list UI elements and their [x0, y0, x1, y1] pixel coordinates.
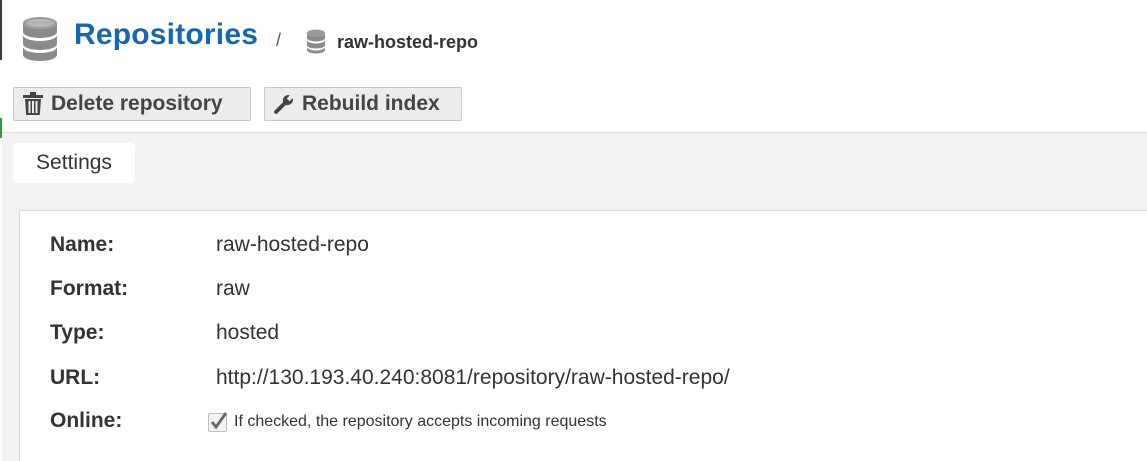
field-row-url: URL: http://130.193.40.240:8081/reposito… — [50, 366, 1130, 396]
field-value: raw — [216, 277, 250, 300]
page-title[interactable]: Repositories — [74, 18, 258, 52]
online-control: If checked, the repository accepts incom… — [208, 409, 607, 435]
field-value: raw-hosted-repo — [216, 233, 369, 256]
field-label: URL: — [50, 366, 101, 389]
field-label: Format: — [50, 277, 129, 300]
database-icon — [307, 29, 325, 54]
field-row-format: Format: raw — [50, 277, 1130, 307]
field-value: hosted — [216, 321, 280, 344]
online-help-text: If checked, the repository accepts incom… — [234, 413, 607, 430]
field-label: Online: — [50, 409, 123, 432]
online-checkbox[interactable] — [208, 411, 228, 432]
tab-bar: Settings — [2, 132, 1147, 193]
settings-panel: Name: raw-hosted-repo Format: raw Type: … — [19, 210, 1147, 461]
tab-settings[interactable]: Settings — [13, 143, 135, 183]
breadcrumb-separator: / — [276, 30, 282, 50]
trash-icon — [23, 92, 43, 115]
field-label: Name: — [50, 233, 115, 256]
checkmark-icon — [210, 411, 228, 429]
breadcrumb-current: raw-hosted-repo — [337, 32, 479, 52]
rebuild-index-label: Rebuild index — [302, 92, 440, 115]
wrench-icon — [274, 95, 293, 114]
repository-url[interactable]: http://130.193.40.240:8081/repository/ra… — [216, 366, 730, 390]
rebuild-index-button[interactable]: Rebuild index — [264, 87, 462, 121]
field-label: Type: — [50, 321, 105, 344]
delete-repository-label: Delete repository — [51, 92, 223, 115]
field-row-type: Type: hosted — [50, 321, 1130, 351]
delete-repository-button[interactable]: Delete repository — [13, 87, 251, 121]
field-row-name: Name: raw-hosted-repo — [50, 233, 1130, 263]
field-row-online: Online: If checked, the repository accep… — [50, 409, 1130, 439]
page-header: Repositories / raw-hosted-repo — [0, 0, 1147, 80]
database-icon — [23, 17, 57, 61]
